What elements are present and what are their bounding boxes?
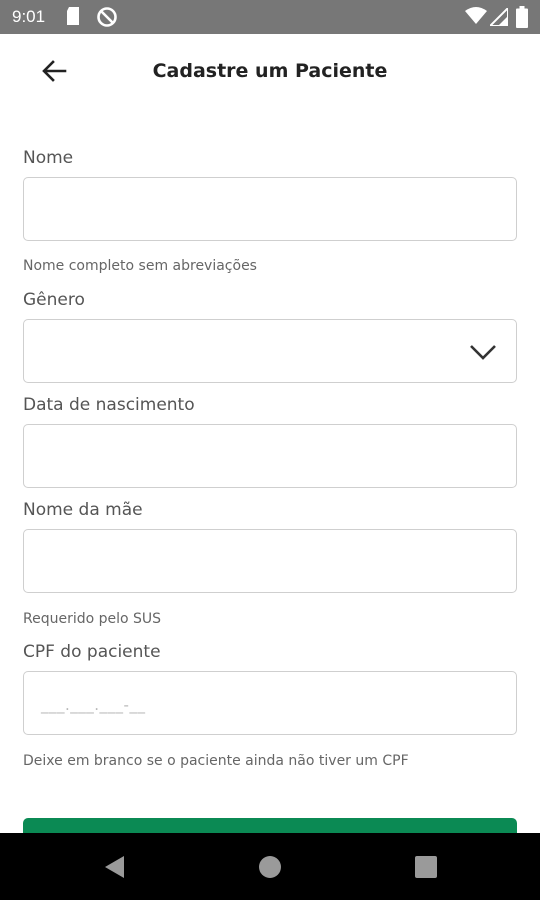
battery-icon [516,6,528,32]
nome-mae-label: Nome da mãe [23,500,143,520]
nome-input[interactable] [23,177,517,241]
do-not-disturb-icon [96,6,118,32]
nome-helper: Nome completo sem abreviações [23,258,257,274]
recents-square-icon[interactable] [412,853,442,881]
signal-icon [487,5,509,30]
back-triangle-icon[interactable] [100,853,130,881]
cpf-helper: Deixe em branco se o paciente ainda não … [23,753,409,769]
cpf-label: CPF do paciente [23,642,161,662]
nome-mae-helper: Requerido pelo SUS [23,611,162,627]
data-nascimento-label: Data de nascimento [23,395,195,415]
sd-card-icon [66,6,82,30]
cpf-input[interactable]: ___.___.___-__ [23,671,517,735]
status-bar: 9:01 [0,0,540,34]
app-bar: Cadastre um Paciente [0,34,540,112]
cpf-placeholder: ___.___.___-__ [41,696,146,714]
page-title: Cadastre um Paciente [152,60,388,82]
genero-label: Gênero [23,290,85,310]
navigation-bar [0,833,540,900]
data-nascimento-input[interactable] [23,424,517,488]
status-time: 9:01 [12,7,46,26]
nome-mae-input[interactable] [23,529,517,593]
nome-label: Nome [23,148,74,168]
home-circle-icon[interactable] [256,853,286,881]
chevron-down-icon [468,338,498,366]
genero-select[interactable] [23,319,517,383]
wifi-icon [465,7,487,29]
